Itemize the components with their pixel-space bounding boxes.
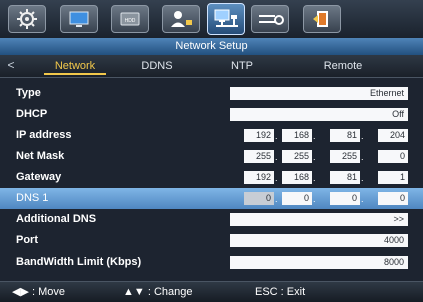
dns1-octet-4[interactable]: 0 — [378, 192, 408, 205]
dns1-octet-1[interactable]: 0 — [244, 192, 274, 205]
gateway-octet-2[interactable]: 168 — [282, 171, 312, 184]
exit-hint: ESC : Exit — [255, 286, 306, 298]
gateway-octet-1[interactable]: 192 — [244, 171, 274, 184]
gateway-octet-4[interactable]: 1 — [378, 171, 408, 184]
ip-dot: . — [361, 131, 364, 141]
ip-octet-1[interactable]: 192 — [244, 129, 274, 142]
mask-octet-2[interactable]: 255 — [282, 150, 312, 163]
tab-ddns[interactable]: DDNS — [135, 55, 179, 77]
row-port[interactable]: Port 4000 — [0, 230, 423, 251]
type-value[interactable]: Ethernet — [230, 87, 408, 100]
gateway-dot: . — [313, 173, 316, 183]
dns1-dot: . — [275, 194, 278, 204]
row-type[interactable]: Type Ethernet — [0, 83, 423, 104]
dns-1-label: DNS 1 — [16, 192, 49, 204]
dns1-octet-3[interactable]: 0 — [330, 192, 360, 205]
ip-address-label: IP address — [16, 129, 72, 141]
additional-dns-label: Additional DNS — [16, 213, 97, 225]
settings-icon[interactable] — [251, 5, 289, 33]
ip-octet-4[interactable]: 204 — [378, 129, 408, 142]
change-hint: ▲▼ : Change — [123, 286, 193, 298]
page-title: Network Setup — [0, 38, 423, 55]
dns1-dot: . — [361, 194, 364, 204]
tab-remote[interactable]: Remote — [308, 55, 378, 77]
gateway-dot: . — [275, 173, 278, 183]
gateway-label: Gateway — [16, 171, 62, 183]
gateway-octet-3[interactable]: 81 — [330, 171, 360, 184]
ip-octet-3[interactable]: 81 — [330, 129, 360, 142]
type-label: Type — [16, 87, 41, 99]
row-bandwidth-limit[interactable]: BandWidth Limit (Kbps) 8000 — [0, 252, 423, 273]
dns1-octet-2[interactable]: 0 — [282, 192, 312, 205]
monitor-icon[interactable] — [60, 5, 98, 33]
mask-octet-1[interactable]: 255 — [244, 150, 274, 163]
tab-prev-button[interactable]: < — [4, 57, 18, 74]
dhcp-label: DHCP — [16, 108, 48, 120]
ip-dot: . — [275, 131, 278, 141]
user-icon[interactable] — [162, 5, 200, 33]
gateway-dot: . — [361, 173, 364, 183]
port-value[interactable]: 4000 — [230, 234, 408, 247]
hdd-icon[interactable]: HDD — [111, 5, 149, 33]
mask-dot: . — [275, 152, 278, 162]
row-ip-address[interactable]: IP address 192 . 168 . 81 . 204 — [0, 125, 423, 146]
row-gateway[interactable]: Gateway 192 . 168 . 81 . 1 — [0, 167, 423, 188]
mask-octet-3[interactable]: 255 — [330, 150, 360, 163]
top-toolbar: HDD — [0, 0, 423, 38]
ip-dot: . — [313, 131, 316, 141]
mask-dot: . — [313, 152, 316, 162]
row-net-mask[interactable]: Net Mask 255 . 255 . 255 . 0 — [0, 146, 423, 167]
move-hint: ◀▶ : Move — [12, 286, 65, 298]
additional-dns-button[interactable]: >> — [230, 213, 408, 226]
dns1-dot: . — [313, 194, 316, 204]
svg-text:HDD: HDD — [125, 18, 136, 24]
gear-icon[interactable] — [8, 5, 46, 33]
mask-dot: . — [361, 152, 364, 162]
network-icon[interactable] — [207, 3, 245, 35]
status-bar: ◀▶ : Move ▲▼ : Change ESC : Exit — [0, 281, 423, 302]
ip-octet-2[interactable]: 168 — [282, 129, 312, 142]
net-mask-label: Net Mask — [16, 150, 65, 162]
tab-bar: < Network DDNS NTP Remote — [0, 55, 423, 78]
bandwidth-limit-label: BandWidth Limit (Kbps) — [16, 256, 142, 268]
bandwidth-limit-value[interactable]: 8000 — [230, 256, 408, 269]
tab-ntp[interactable]: NTP — [220, 55, 264, 77]
dhcp-value[interactable]: Off — [230, 108, 408, 121]
mask-octet-4[interactable]: 0 — [378, 150, 408, 163]
row-additional-dns[interactable]: Additional DNS >> — [0, 209, 423, 230]
row-dns-1[interactable]: DNS 1 0 . 0 . 0 . 0 — [0, 188, 423, 209]
port-label: Port — [16, 234, 38, 246]
exit-icon[interactable] — [303, 5, 341, 33]
row-dhcp[interactable]: DHCP Off — [0, 104, 423, 125]
tab-active-underline — [44, 73, 106, 75]
